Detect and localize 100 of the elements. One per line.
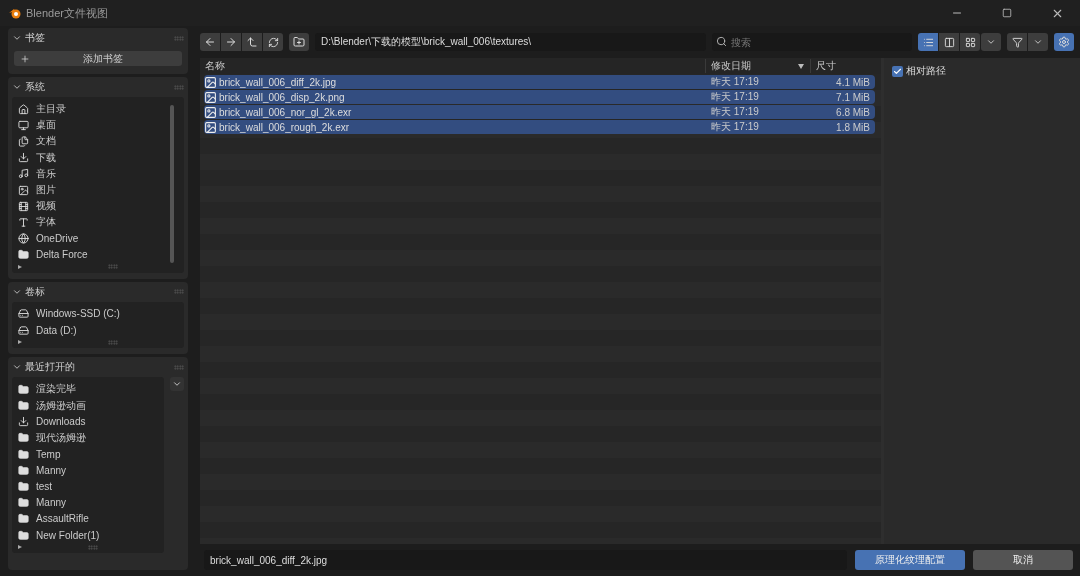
- place-item[interactable]: Temp: [18, 446, 158, 463]
- place-item[interactable]: 字体: [18, 214, 170, 231]
- folder-icon: [18, 513, 29, 525]
- drive-icon: [18, 324, 29, 336]
- file-size: 4.1 MiB: [835, 76, 870, 88]
- place-item[interactable]: 音乐: [18, 165, 170, 182]
- documents-icon: [18, 135, 29, 147]
- display-mode-button[interactable]: [918, 33, 938, 51]
- grip-icon[interactable]: [174, 35, 184, 41]
- display-mode-button[interactable]: [960, 33, 980, 51]
- right-arrow-icon: [225, 36, 237, 48]
- font-icon: [18, 216, 29, 228]
- place-item[interactable]: Manny: [18, 494, 158, 511]
- place-item[interactable]: 汤姆逊动画: [18, 397, 158, 414]
- section-title[interactable]: 卷标: [25, 284, 171, 299]
- expand-icon[interactable]: [18, 545, 22, 550]
- forward-button[interactable]: [221, 33, 241, 51]
- checkbox[interactable]: [892, 65, 903, 77]
- refresh-button[interactable]: [263, 33, 283, 51]
- file-date: 昨天 17:19: [710, 90, 760, 104]
- chevron-icon: [986, 37, 996, 47]
- settings-icon: [1058, 36, 1070, 48]
- search-icon: [716, 36, 727, 47]
- place-item[interactable]: OneDrive: [18, 230, 170, 247]
- folder-icon: [18, 448, 29, 460]
- column-header[interactable]: 尺寸: [810, 59, 870, 73]
- desktop-icon: [18, 119, 29, 131]
- folder-icon: [18, 432, 29, 444]
- scrollbar[interactable]: [170, 105, 174, 263]
- search-field[interactable]: 搜索: [712, 33, 912, 51]
- image-file-icon: [204, 105, 217, 119]
- window-title: Blender文件视图: [26, 5, 109, 21]
- maximize-icon: [1002, 8, 1012, 18]
- place-item[interactable]: AssaultRifle: [18, 510, 158, 527]
- section-title[interactable]: 最近打开的: [25, 360, 171, 375]
- path-field[interactable]: D:\Blender\下载的模型\brick_wall_006\textures\: [315, 33, 706, 51]
- column-header[interactable]: 修改日期: [705, 59, 810, 73]
- parent-folder-button[interactable]: [242, 33, 262, 51]
- up-arrow-icon: [246, 36, 258, 48]
- image-file-icon: [204, 90, 217, 104]
- cancel-button[interactable]: 取消: [973, 550, 1073, 570]
- check-icon: [893, 66, 902, 76]
- section-title[interactable]: 书签: [25, 31, 171, 45]
- place-item[interactable]: 文档: [18, 133, 170, 150]
- file-row[interactable]: brick_wall_006_disp_2k.png 昨天 17:19 7.1 MiB: [204, 90, 875, 104]
- display-mode-button[interactable]: [939, 33, 959, 51]
- image-file-icon: [204, 75, 217, 89]
- place-item[interactable]: Windows-SSD (C:): [18, 305, 178, 323]
- grip-icon[interactable]: [108, 339, 118, 345]
- music-icon: [18, 168, 29, 180]
- settings-button[interactable]: [1054, 33, 1074, 51]
- file-row[interactable]: brick_wall_006_nor_gl_2k.exr 昨天 17:19 6.8 MiB: [204, 105, 875, 119]
- dropdown-button[interactable]: [170, 377, 184, 392]
- new-folder-button[interactable]: [289, 33, 309, 51]
- folder-icon: [18, 480, 29, 492]
- grip-icon[interactable]: [88, 544, 98, 550]
- place-item[interactable]: New Folder(1): [18, 526, 158, 544]
- refresh-icon: [267, 36, 279, 48]
- file-date: 昨天 17:19: [710, 105, 760, 119]
- file-row[interactable]: brick_wall_006_diff_2k.jpg 昨天 17:19 4.1 MiB: [204, 75, 875, 89]
- confirm-button[interactable]: 原理化纹理配置: [855, 550, 965, 570]
- grip-icon[interactable]: [174, 289, 184, 295]
- globe-icon: [18, 233, 29, 245]
- image-file-icon: [204, 120, 217, 134]
- filter-icon: [1011, 36, 1023, 48]
- filename-field[interactable]: brick_wall_006_diff_2k.jpg: [204, 550, 847, 570]
- file-name: brick_wall_006_rough_2k.exr: [219, 121, 350, 133]
- place-item[interactable]: 桌面: [18, 117, 170, 134]
- add-bookmark-button[interactable]: 添加书签: [14, 51, 182, 66]
- place-item[interactable]: test: [18, 478, 158, 495]
- chevron-icon[interactable]: [12, 82, 22, 92]
- place-item[interactable]: Data (D:): [18, 322, 178, 339]
- expand-icon[interactable]: [18, 264, 22, 269]
- place-item[interactable]: 主目录: [18, 101, 170, 118]
- folder-icon: [18, 249, 29, 261]
- grip-icon[interactable]: [108, 264, 118, 270]
- expand-icon[interactable]: [18, 340, 22, 345]
- place-item[interactable]: 下载: [18, 149, 170, 166]
- place-item[interactable]: Delta Force: [18, 246, 170, 263]
- folder-icon: [18, 383, 29, 395]
- section-title[interactable]: 系统: [25, 80, 171, 94]
- folder-icon: [18, 400, 29, 412]
- place-item[interactable]: Manny: [18, 462, 158, 479]
- file-size: 7.1 MiB: [835, 91, 870, 103]
- folder-icon: [18, 497, 29, 509]
- column-header[interactable]: 名称: [200, 59, 705, 73]
- place-item[interactable]: 现代汤姆逊: [18, 429, 158, 446]
- grip-icon[interactable]: [174, 84, 184, 90]
- relative-path-checkbox[interactable]: 相对路径: [892, 64, 1072, 78]
- drive-icon: [18, 308, 29, 320]
- place-item[interactable]: 渲染完毕: [18, 381, 158, 398]
- grip-icon[interactable]: [174, 364, 184, 370]
- chevron-icon: [1033, 37, 1043, 47]
- place-item[interactable]: Downloads: [18, 413, 158, 430]
- file-row[interactable]: brick_wall_006_rough_2k.exr 昨天 17:19 1.8 MiB: [204, 120, 875, 134]
- chevron-icon[interactable]: [12, 33, 22, 43]
- filter-button[interactable]: [1007, 33, 1027, 51]
- back-button[interactable]: [200, 33, 220, 51]
- place-item[interactable]: 视频: [18, 198, 170, 215]
- place-item[interactable]: 图片: [18, 181, 170, 199]
